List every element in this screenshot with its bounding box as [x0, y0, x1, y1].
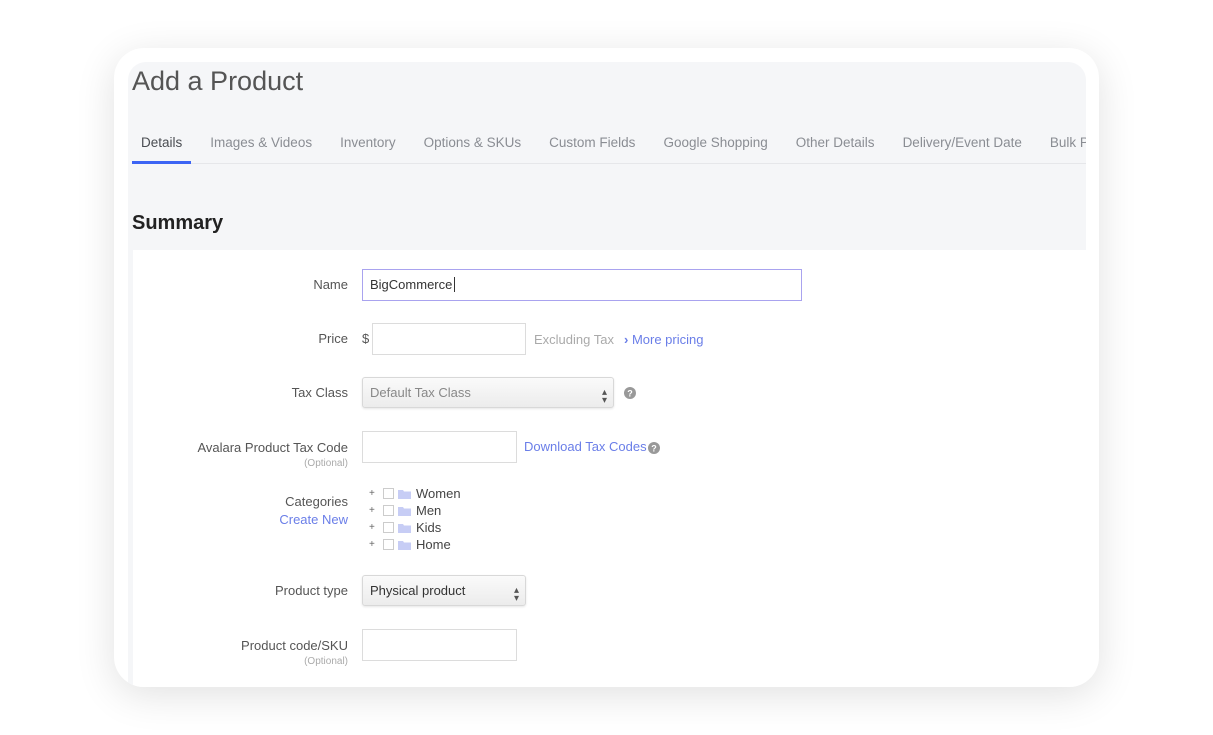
folder-icon: [398, 506, 411, 516]
chevron-right-icon: ›: [624, 332, 632, 347]
category-item[interactable]: + Home: [369, 536, 451, 553]
tab-inventory[interactable]: Inventory: [331, 134, 405, 164]
expand-icon[interactable]: +: [369, 522, 379, 533]
category-checkbox[interactable]: [383, 505, 394, 516]
avalara-tax-code-input[interactable]: [362, 431, 517, 463]
tab-other-details[interactable]: Other Details: [787, 134, 884, 164]
summary-form: Name BigCommerce Price $ Excluding Tax ›…: [133, 250, 1086, 687]
category-item[interactable]: + Kids: [369, 519, 441, 536]
sku-input[interactable]: [362, 629, 517, 661]
tax-class-label: Tax Class: [291, 385, 348, 400]
category-checkbox[interactable]: [383, 488, 394, 499]
svg-text:?: ?: [651, 444, 657, 454]
page-content: Add a Product Details Images & Videos In…: [128, 62, 1086, 687]
question-circle-icon[interactable]: ?: [624, 387, 636, 399]
section-title: Summary: [132, 212, 224, 234]
category-item[interactable]: + Men: [369, 502, 441, 519]
expand-icon[interactable]: +: [369, 488, 379, 499]
tax-class-select[interactable]: Default Tax Class ▴ ▾: [362, 377, 614, 408]
expand-icon[interactable]: +: [369, 505, 379, 516]
price-input[interactable]: [372, 323, 526, 355]
more-pricing-link[interactable]: › More pricing: [624, 332, 703, 347]
category-checkbox[interactable]: [383, 539, 394, 550]
product-type-label: Product type: [275, 583, 348, 598]
name-input[interactable]: BigCommerce: [362, 269, 802, 301]
down-arrow-icon: ▾: [601, 395, 607, 406]
tab-custom-fields[interactable]: Custom Fields: [540, 134, 644, 164]
sku-optional-hint: (Optional): [304, 656, 348, 667]
category-item[interactable]: + Women: [369, 485, 461, 502]
price-label: Price: [318, 331, 348, 346]
tab-images-videos[interactable]: Images & Videos: [201, 134, 321, 164]
product-editor-card: Add a Product Details Images & Videos In…: [114, 48, 1099, 687]
tab-details[interactable]: Details: [132, 134, 192, 164]
download-tax-codes-link[interactable]: Download Tax Codes: [524, 439, 647, 454]
currency-symbol: $: [362, 331, 370, 346]
sku-label: Product code/SKU: [241, 638, 348, 653]
excluding-tax-note: Excluding Tax: [534, 332, 614, 347]
folder-icon: [398, 489, 411, 499]
product-type-select[interactable]: Physical product ▴ ▾: [362, 575, 526, 606]
expand-icon[interactable]: +: [369, 539, 379, 550]
tab-bulk-pricing[interactable]: Bulk Pricing: [1041, 134, 1086, 164]
page-title: Add a Product: [132, 66, 304, 96]
down-arrow-icon: ▾: [513, 593, 519, 604]
folder-icon: [398, 523, 411, 533]
name-label: Name: [313, 277, 348, 292]
svg-text:?: ?: [627, 389, 633, 399]
tab-bar: Details Images & Videos Inventory Option…: [132, 134, 1086, 164]
name-value: BigCommerce: [370, 277, 453, 292]
avalara-label: Avalara Product Tax Code: [197, 440, 348, 455]
tab-delivery-event-date[interactable]: Delivery/Event Date: [894, 134, 1031, 164]
category-checkbox[interactable]: [383, 522, 394, 533]
create-new-category-link[interactable]: Create New: [279, 512, 348, 527]
question-circle-icon[interactable]: ?: [648, 442, 660, 454]
avalara-optional-hint: (Optional): [304, 458, 348, 469]
folder-icon: [398, 540, 411, 550]
tab-google-shopping[interactable]: Google Shopping: [654, 134, 776, 164]
tab-options-skus[interactable]: Options & SKUs: [415, 134, 531, 164]
categories-label: Categories: [285, 494, 348, 509]
